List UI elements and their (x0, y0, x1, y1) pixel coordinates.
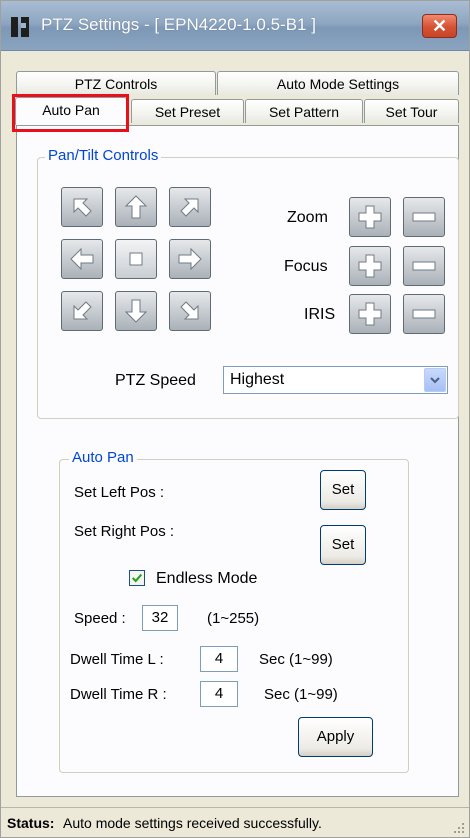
tab-set-pattern[interactable]: Set Pattern (245, 99, 363, 123)
dwell-time-l-range: Sec (1~99) (259, 651, 333, 668)
iris-label: IRIS (304, 306, 336, 323)
set-left-pos-label: Set Left Pos : (74, 484, 165, 501)
focus-out-button[interactable] (403, 246, 445, 286)
chevron-down-icon (430, 377, 440, 384)
apply-button[interactable]: Apply (298, 717, 373, 757)
tab-ptz-controls[interactable]: PTZ Controls (16, 71, 216, 95)
endless-mode-checkbox[interactable] (129, 570, 145, 586)
arrow-down-icon (124, 299, 148, 323)
zoom-label: Zoom (287, 209, 328, 226)
ptz-speed-label: PTZ Speed (115, 372, 196, 389)
pan-tilt-legend: Pan/Tilt Controls (45, 147, 162, 164)
plus-icon (358, 205, 382, 229)
arrow-up-left-icon (73, 198, 92, 217)
minus-icon (412, 309, 436, 319)
dropdown-button[interactable] (424, 368, 446, 392)
focus-in-button[interactable] (349, 246, 391, 286)
tab-auto-mode-settings[interactable]: Auto Mode Settings (217, 71, 459, 95)
status-bar: Status: Auto mode settings received succ… (1, 807, 469, 837)
pan-left-button[interactable] (61, 239, 103, 279)
zoom-in-button[interactable] (349, 197, 391, 237)
endless-mode-label: Endless Mode (156, 570, 258, 587)
speed-label: Speed : (74, 610, 126, 627)
ptz-speed-select[interactable]: Highest (223, 366, 448, 394)
stop-icon (129, 252, 143, 266)
tab-set-tour[interactable]: Set Tour (364, 99, 459, 123)
plus-icon (358, 302, 382, 326)
status-label: Status: (7, 815, 55, 831)
set-left-pos-button[interactable]: Set (320, 470, 366, 510)
dwell-time-l-label: Dwell Time L : (70, 651, 164, 668)
tab-set-preset[interactable]: Set Preset (131, 99, 244, 123)
ptz-speed-value: Highest (230, 371, 285, 388)
tilt-down-button[interactable] (115, 291, 157, 331)
arrow-up-icon (124, 195, 148, 219)
pan-down-right-button[interactable] (169, 291, 211, 331)
focus-label: Focus (284, 258, 328, 275)
zoom-out-button[interactable] (403, 197, 445, 237)
iris-open-button[interactable] (349, 294, 391, 334)
dwell-time-l-input[interactable]: 4 (200, 646, 238, 672)
ptz-settings-window: PTZ Settings - [ EPN4220-1.0.5-B1 ] ✕ PT… (0, 0, 470, 838)
arrow-left-icon (70, 247, 94, 271)
set-right-pos-label: Set Right Pos : (74, 523, 175, 540)
pan-right-button[interactable] (169, 239, 211, 279)
dwell-time-r-input[interactable]: 4 (200, 681, 238, 707)
set-right-pos-button[interactable]: Set (320, 525, 366, 565)
arrow-down-left-icon (73, 301, 92, 320)
arrow-right-icon (178, 247, 202, 271)
speed-range-label: (1~255) (207, 610, 260, 627)
tilt-up-button[interactable] (115, 187, 157, 227)
window-title: PTZ Settings - [ EPN4220-1.0.5-B1 ] (41, 15, 316, 34)
tab-highlight-box (12, 94, 129, 132)
plus-icon (358, 254, 382, 278)
pan-up-left-button[interactable] (61, 187, 103, 227)
dwell-time-r-label: Dwell Time R : (70, 686, 167, 703)
minus-icon (412, 212, 436, 222)
checkmark-icon (131, 573, 143, 583)
title-bar: PTZ Settings - [ EPN4220-1.0.5-B1 ] ✕ (1, 1, 469, 51)
close-button[interactable]: ✕ (422, 14, 457, 38)
speed-input[interactable]: 32 (142, 605, 178, 631)
resize-grip-icon[interactable] (453, 822, 465, 834)
arrow-up-right-icon (180, 198, 199, 217)
dwell-time-r-range: Sec (1~99) (264, 686, 338, 703)
iris-close-button[interactable] (403, 294, 445, 334)
auto-pan-legend: Auto Pan (69, 449, 137, 466)
minus-icon (412, 261, 436, 271)
ptz-stop-button[interactable] (115, 239, 157, 279)
arrow-down-right-icon (180, 301, 199, 320)
app-icon (11, 17, 29, 37)
status-text: Auto mode settings received successfully… (63, 815, 322, 831)
pan-down-left-button[interactable] (61, 291, 103, 331)
pan-up-right-button[interactable] (169, 187, 211, 227)
